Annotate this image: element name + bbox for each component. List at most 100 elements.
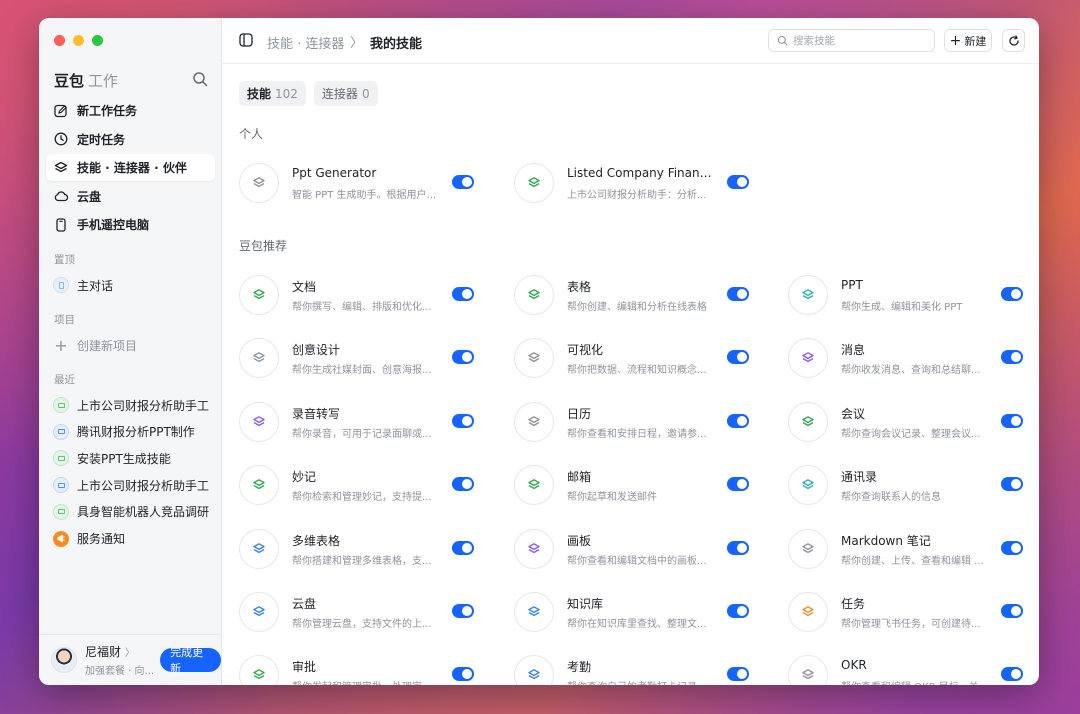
clock-icon	[54, 132, 68, 146]
skill-icon	[239, 465, 279, 506]
skill-card[interactable]: 会议 帮你查询会议记录、整理会议...	[788, 399, 1023, 445]
sidebar-toggle-icon[interactable]	[239, 33, 253, 47]
search-icon[interactable]	[192, 71, 208, 87]
skill-enable-toggle[interactable]	[452, 667, 474, 682]
skill-enable-toggle[interactable]	[727, 350, 749, 365]
skill-card[interactable]: 消息 帮你收发消息、查询和总结聊...	[788, 335, 1023, 381]
user-info[interactable]: 尼福财 〉 加强套餐 · 向...	[85, 643, 154, 677]
skill-card[interactable]: 日历 帮你查看和安排日程，邀请参...	[514, 399, 749, 445]
sidebar-item-0[interactable]: 新工作任务	[46, 97, 215, 124]
skill-card[interactable]: 文档 帮你撰写、编辑、排版和优化...	[239, 272, 474, 318]
skill-description: 帮你管理云盘，支持文件的上...	[292, 619, 432, 630]
skill-card[interactable]: 表格帮你创建、编辑和分析在线表格	[514, 272, 749, 318]
skill-card[interactable]: Ppt Generator 智能 PPT 生成助手。根据用户...	[239, 160, 474, 206]
tab-connectors[interactable]: 连接器 0	[313, 81, 378, 106]
skill-description: 帮你在知识库里查找、整理文...	[567, 619, 707, 630]
recent-item[interactable]: 上市公司财报分析助手工	[53, 475, 213, 495]
breadcrumb-parent[interactable]: 技能 · 连接器	[267, 33, 344, 52]
minimize-window-button[interactable]	[73, 35, 84, 46]
skill-card[interactable]: 云盘 帮你管理云盘，支持文件的上...	[239, 589, 474, 635]
skill-name: 表格	[567, 280, 592, 294]
skill-enable-toggle[interactable]	[1001, 413, 1023, 428]
tab-skills[interactable]: 技能 102	[239, 81, 306, 106]
skill-card[interactable]: PPT 帮你生成、编辑和美化 PPT	[788, 272, 1023, 318]
skill-card[interactable]: 可视化 帮你把数据、流程和知识概念...	[514, 335, 749, 381]
skill-description: 帮你收发消息、查询和总结聊...	[841, 365, 981, 377]
maximize-window-button[interactable]	[92, 35, 103, 46]
skill-enable-toggle[interactable]	[727, 667, 749, 682]
avatar[interactable]	[51, 647, 77, 673]
skill-card[interactable]: 多维表格 帮你搭建和管理多维表格，支...	[239, 526, 474, 572]
skill-name: Listed Company Financi...	[567, 166, 717, 180]
skill-enable-toggle[interactable]	[1001, 350, 1023, 365]
skill-enable-toggle[interactable]	[1001, 604, 1023, 618]
skill-description: 帮你查看和编辑 OKR 目标、关...	[841, 678, 989, 685]
skill-card[interactable]: 录音转写 帮你录音，可用于记录面聊或...	[239, 399, 474, 445]
user-panel[interactable]: 尼福财 〉 加强套餐 · 向... 完成更新	[39, 634, 221, 685]
skill-description: 帮你搭建和管理多维表格，支...	[292, 555, 432, 567]
sidebar-item-1[interactable]: 定时任务	[46, 126, 215, 153]
tab-label: 技能	[247, 87, 272, 101]
skill-enable-toggle[interactable]	[452, 477, 474, 492]
skill-search-box[interactable]	[768, 29, 935, 52]
complete-update-button[interactable]: 完成更新	[160, 646, 221, 675]
skill-card[interactable]: OKR 帮你查看和编辑 OKR 目标、关...	[788, 652, 1023, 685]
skill-name: 妙记	[292, 470, 317, 485]
skill-enable-toggle[interactable]	[452, 604, 474, 618]
close-window-button[interactable]	[54, 35, 65, 46]
skill-card[interactable]: 知识库 帮你在知识库里查找、整理文...	[514, 589, 749, 635]
skill-enable-toggle[interactable]	[727, 175, 749, 189]
skill-enable-toggle[interactable]	[452, 413, 474, 428]
recent-item[interactable]: 服务通知	[53, 529, 213, 549]
skill-card[interactable]: 审批帮你发起和管理审批，处理审...	[239, 652, 474, 685]
skill-enable-toggle[interactable]	[452, 350, 474, 365]
skill-card[interactable]: Listed Company Financi... 上市公司财报分析助手：分析..…	[514, 160, 749, 206]
skill-enable-toggle[interactable]	[452, 540, 474, 555]
skill-enable-toggle[interactable]	[727, 287, 749, 301]
skill-icon	[239, 401, 279, 442]
skill-search-input[interactable]	[793, 34, 923, 47]
group-label-personal: 个人	[239, 127, 264, 141]
plus-icon: +	[54, 335, 68, 355]
sidebar-item-2[interactable]: 技能 · 连接器 · 伙伴	[46, 154, 215, 181]
skill-card[interactable]: 考勤帮你查询自己的考勤打卡记录...	[514, 652, 749, 685]
skill-layers-icon	[253, 177, 265, 188]
skill-tabs: 技能 102 连接器 0	[239, 81, 378, 106]
skill-enable-toggle[interactable]	[1001, 667, 1023, 682]
skill-card[interactable]: 任务 帮你管理飞书任务，可创建待...	[788, 589, 1023, 635]
skill-description: 帮你录音，可用于记录面聊或...	[292, 428, 432, 440]
sidebar-item-4[interactable]: 手机遥控电脑	[46, 211, 215, 238]
skill-enable-toggle[interactable]	[727, 540, 749, 555]
sidebar-item-3[interactable]: 云盘	[46, 183, 215, 210]
skill-card[interactable]: 画板 帮你查看和编辑文档中的画板...	[514, 526, 749, 572]
skill-card[interactable]: 通讯录 帮你查询联系人的信息	[788, 462, 1023, 508]
recent-item[interactable]: 具身智能机器人竞品调研	[53, 502, 213, 522]
refresh-button[interactable]	[1002, 29, 1025, 52]
pinned-item-main-chat[interactable]: 主对话	[53, 275, 213, 295]
skill-description: 帮你检索和管理妙记，支持提...	[292, 492, 432, 504]
skill-description: 帮你创建、编辑和分析在线表格	[567, 302, 707, 313]
skill-enable-toggle[interactable]	[1001, 477, 1023, 492]
skill-card[interactable]: 邮箱 帮你起草和发送邮件	[514, 462, 749, 508]
skill-enable-toggle[interactable]	[1001, 287, 1023, 301]
skill-enable-toggle[interactable]	[727, 477, 749, 492]
recent-item[interactable]: 安装PPT生成技能	[53, 448, 213, 468]
edit-icon	[54, 104, 67, 117]
skill-enable-toggle[interactable]	[727, 413, 749, 428]
skill-card[interactable]: 妙记帮你检索和管理妙记，支持提...	[239, 462, 474, 508]
create-project-button[interactable]: + 创建新项目	[53, 335, 213, 355]
skill-enable-toggle[interactable]	[1001, 540, 1023, 555]
skill-description: 帮你发起和管理审批，处理审...	[292, 678, 440, 685]
recent-item[interactable]: 腾讯财报分析PPT制作	[53, 422, 213, 442]
skill-layers-icon	[528, 542, 540, 553]
skill-enable-toggle[interactable]	[727, 604, 749, 618]
app-window: 豆包 工作 新工作任务 定时任务 技能 · 连接器 · 伙伴 云盘 手机遥控电脑 置顶 主…	[39, 18, 1039, 685]
sidebar: 豆包 工作 新工作任务 定时任务 技能 · 连接器 · 伙伴 云盘 手机遥控电脑 置顶 主…	[39, 18, 222, 685]
skill-enable-toggle[interactable]	[452, 175, 474, 189]
skill-card[interactable]: 创意设计 帮你生成社媒封面、创意海报...	[239, 335, 474, 381]
new-button[interactable]: + 新建	[944, 29, 992, 52]
skill-card[interactable]: Markdown 笔记 帮你创建、上传、查看和编辑 ...	[788, 526, 1023, 572]
skill-enable-toggle[interactable]	[452, 287, 474, 301]
task-icon	[53, 397, 69, 413]
recent-item[interactable]: 上市公司财报分析助手工	[53, 395, 213, 415]
